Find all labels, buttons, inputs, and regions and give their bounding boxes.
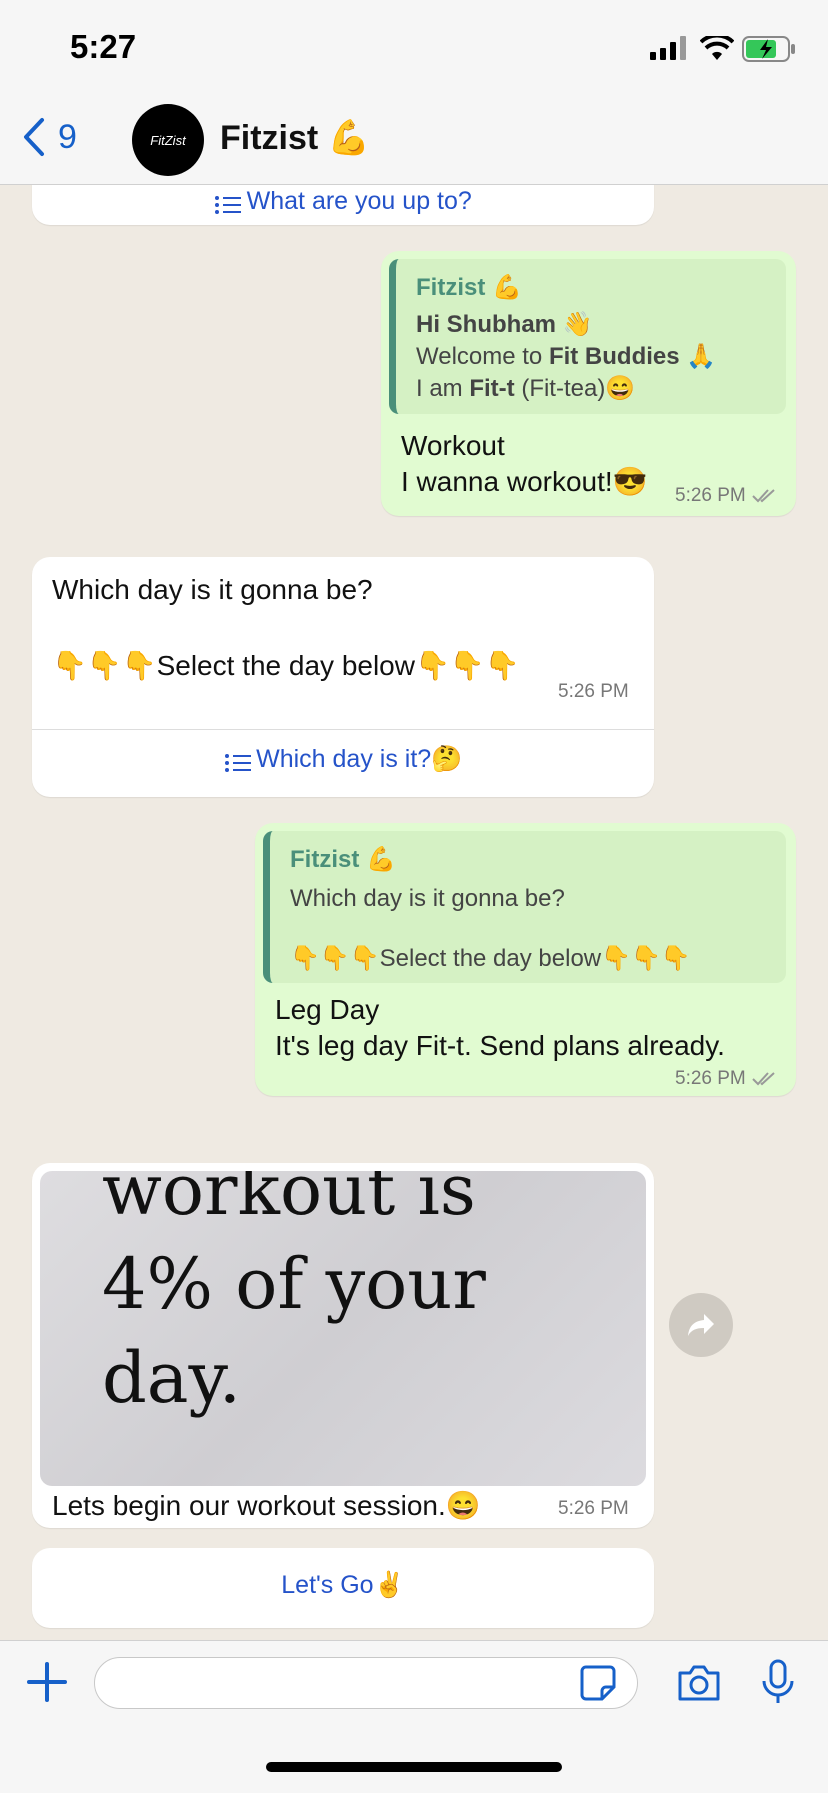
list-button-label: What are you up to? [246,187,472,215]
message-time: 5:26 PM [675,485,746,506]
chat-title[interactable]: Fitzist 💪 [220,118,370,158]
message-text: 👇👇👇Select the day below👇👇👇 [52,650,520,681]
quick-reply-button[interactable]: Let's Go✌️ [32,1548,654,1628]
message-bubble: What are you up to? [32,185,654,225]
divider [32,729,654,730]
message-text: It's leg day Fit-t. Send plans already. [275,1030,725,1061]
message-time: 5:26 PM [675,1068,746,1089]
message-bubble-outgoing: Fitzist 💪 Hi Shubham 👋 Welcome to Fit Bu… [381,251,796,516]
camera-button[interactable] [676,1661,722,1703]
message-meta: 5:26 PM [675,1068,776,1090]
quote-line: Hi Shubham 👋 [416,311,593,338]
list-button[interactable]: What are you up to? [32,187,654,216]
message-text: Workout [401,430,505,461]
double-check-icon [752,488,776,504]
message-bubble-outgoing: Fitzist 💪 Which day is it gonna be? 👇👇👇S… [255,823,796,1096]
quote-author: Fitzist 💪 [290,846,396,873]
list-icon [224,753,252,773]
message-text: Leg Day [275,994,380,1025]
message-meta: 5:26 PM [675,485,776,507]
chevron-left-icon [22,117,46,157]
message-text: I wanna workout!😎 [401,466,648,497]
unread-count: 9 [58,117,77,156]
forward-icon [686,1312,716,1338]
status-time: 5:27 [70,28,137,65]
camera-icon [676,1661,722,1703]
message-time: 5:26 PM [558,1498,629,1519]
status-bar: 5:27 [0,0,828,92]
signal-icon [650,36,690,60]
message-time: 5:26 PM [558,681,629,702]
list-button-label: Which day is it?🤔 [256,745,463,773]
message-text: Which day is it gonna be? [52,574,373,605]
image-text: workout is 4% of your day. [102,1171,486,1419]
message-image[interactable]: workout is 4% of your day. [40,1171,646,1486]
microphone-button[interactable] [760,1659,796,1705]
home-indicator[interactable] [266,1762,562,1772]
forward-button[interactable] [669,1293,733,1357]
microphone-icon [760,1659,796,1705]
quoted-message[interactable]: Fitzist 💪 Hi Shubham 👋 Welcome to Fit Bu… [389,259,786,414]
sticker-icon [578,1663,618,1703]
battery-icon [742,36,796,62]
quote-author: Fitzist 💪 [416,274,522,301]
list-icon [214,195,242,215]
avatar[interactable]: FitZist [132,104,204,176]
quoted-message[interactable]: Fitzist 💪 Which day is it gonna be? 👇👇👇S… [263,831,786,983]
quote-line: 👇👇👇Select the day below👇👇👇 [290,945,691,972]
sticker-button[interactable] [578,1663,618,1703]
chat-area: What are you up to? Fitzist 💪 Hi Shubham… [0,185,828,1640]
plus-button[interactable] [26,1661,68,1703]
message-input[interactable] [94,1657,638,1709]
double-check-icon [752,1071,776,1087]
wifi-icon [700,36,734,62]
message-bubble-incoming: workout is 4% of your day. Lets begin ou… [32,1163,654,1528]
quote-line: I am Fit-t (Fit-tea)😄 [416,375,636,402]
quick-reply-label: Let's Go✌️ [281,1571,405,1599]
chat-header: 9 FitZist Fitzist 💪 [0,92,828,185]
back-button[interactable]: 9 [22,112,82,162]
message-caption: Lets begin our workout session.😄 [52,1490,481,1521]
message-bubble-incoming: Which day is it gonna be? 👇👇👇Select the … [32,557,654,797]
list-button[interactable]: Which day is it?🤔 [32,745,654,774]
quote-line: Welcome to Fit Buddies 🙏 [416,343,717,370]
quote-line: Which day is it gonna be? [290,885,565,912]
plus-icon [26,1661,68,1703]
